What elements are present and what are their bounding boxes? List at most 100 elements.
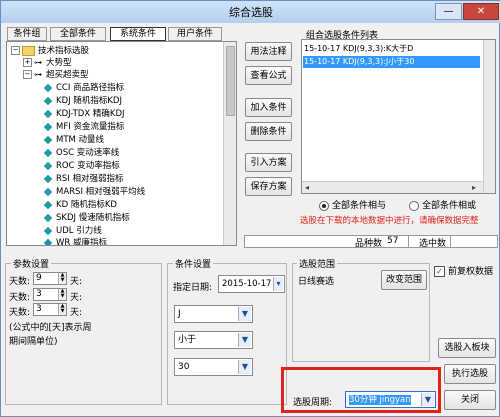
execute-button[interactable]: 执行选股 [444,364,496,384]
and-radio[interactable]: 全部条件相与 [319,198,386,211]
value-select[interactable]: 30 ▼ [174,358,253,376]
count-bar: 品种数 57 选中数 [244,235,498,249]
tree-item-overbought[interactable]: − ⊶ 超买超卖型 [23,69,89,81]
tab-condition-group[interactable]: 条件组 [7,27,47,41]
list-scrollbar[interactable] [483,40,495,193]
tree-item-mfi[interactable]: MFI 资金流量指标 [43,121,124,133]
operator-select[interactable]: 小于 ▼ [174,331,253,349]
condition-legend: 条件设置 [173,257,214,270]
chevron-down-icon[interactable]: ▾ [273,277,283,291]
tree-item-roc[interactable]: ROC 变动率指标 [43,160,120,172]
tree-item-osc[interactable]: OSC 变动速率线 [43,147,119,159]
tree-item-skdj[interactable]: SKDJ 慢速随机指标 [43,212,130,224]
indicator-icon [43,96,53,105]
tree-item-kdj-tdx[interactable]: KDJ-TDX 精确KDJ [43,108,125,120]
add-condition-button[interactable]: 加入条件 [245,98,292,117]
view-formula-button[interactable]: 查看公式 [245,66,292,85]
indicator-icon [43,226,53,235]
tree-item-trend[interactable]: + ⊶ 大势型 [23,57,72,69]
branch-icon: ⊶ [34,70,42,79]
days-unit: 天: [70,308,83,318]
tree-item-wr[interactable]: WR 威廉指标 [43,237,107,245]
days-field-1[interactable]: 9 ▲ ▼ [33,272,67,285]
spin-icon[interactable]: ▲ ▼ [58,289,66,300]
line-select[interactable]: J ▼ [174,305,253,323]
minimize-icon[interactable]: — [435,3,462,20]
branch-icon: ⊶ [34,58,42,67]
indicator-icon [43,122,53,131]
scroll-left-icon[interactable]: ◂ [305,183,309,192]
chevron-down-icon[interactable]: ▼ [421,393,434,406]
indicator-icon [43,200,53,209]
range-value: 日线赛选 [298,277,335,287]
combo-condition-list[interactable]: 15-10-17 KDJ(9,3,3):K大于D 15-10-17 KDJ(9,… [301,39,496,194]
checkmark-icon[interactable]: ✓ [434,266,445,277]
close-button[interactable]: 关闭 [444,390,496,410]
days-label: 天数: [9,293,31,303]
date-picker[interactable]: 2015-10-17 ▾ [218,275,285,293]
expand-icon[interactable]: + [23,58,32,67]
collapse-icon[interactable]: − [23,70,32,79]
indicator-tree[interactable]: − 技术指标选股 + ⊶ 大势型 − ⊶ 超买超卖型 CCI 商品路径指标 KDJ 随机指… [6,41,237,246]
indicator-icon [43,148,53,157]
period-select[interactable]: 30分钟 jingyan ▼ [345,391,436,408]
days-label: 天数: [9,308,31,318]
tree-item-udl[interactable]: UDL 引力线 [43,225,102,237]
notice-text: 选股在下载的本地数据中进行，请确保数据完整 [300,216,479,226]
stock-count-value: 57 [387,236,399,246]
tab-system-conditions[interactable]: 系统条件 [110,27,166,41]
or-radio[interactable]: 全部条件相或 [409,198,476,211]
close-icon[interactable]: ✕ [463,3,499,20]
chevron-down-icon[interactable]: ▼ [238,333,251,347]
collapse-icon[interactable]: − [11,46,20,55]
delete-condition-button[interactable]: 删除条件 [245,122,292,141]
list-hscrollbar[interactable]: ◂ ▸ [302,181,483,193]
stock-count-label: 品种数 [355,239,383,249]
period-label: 选股周期: [293,398,333,408]
usage-note-button[interactable]: 用法注释 [245,42,292,61]
prior-adjust-checkbox[interactable]: ✓ 前复权数据 [434,264,493,277]
tree-item-mtm[interactable]: MTM 动量线 [43,134,104,146]
indicator-icon [43,174,53,183]
combo-list-item[interactable]: 15-10-17 KDJ(9,3,3):K大于D [304,43,476,55]
save-scheme-button[interactable]: 保存方案 [245,177,292,196]
selected-count-label: 选中数 [419,239,447,249]
chevron-down-icon[interactable]: ▼ [238,360,251,374]
window-title: 综合选股 [229,6,273,19]
spin-icon[interactable]: ▲ ▼ [58,304,66,315]
radio-on-icon[interactable] [319,200,329,211]
params-note: (公式中的[天]表示周期间隔单位) [9,323,92,347]
days-label: 天数: [9,277,31,287]
params-legend: 参数设置 [11,257,52,270]
indicator-icon [43,161,53,170]
change-range-button[interactable]: 改变范围 [381,270,427,290]
indicator-icon [43,83,53,92]
days-field-2[interactable]: 3 ▲ ▼ [33,288,67,301]
range-legend: 选股范围 [297,257,338,270]
combo-list-item-selected[interactable]: 15-10-17 KDJ(9,3,3):J小于30 [303,56,480,68]
tree-item-rsi[interactable]: RSI 相对强弱指标 [43,173,124,185]
folder-icon [22,45,35,56]
scroll-thumb[interactable] [226,46,235,116]
radio-off-icon[interactable] [409,200,419,211]
days-field-3[interactable]: 3 ▲ ▼ [33,303,67,316]
tree-item-cci[interactable]: CCI 商品路径指标 [43,82,124,94]
tree-item-kdj[interactable]: KDJ 随机指标KDJ [43,95,122,107]
tab-all-conditions[interactable]: 全部条件 [50,27,106,41]
add-to-board-button[interactable]: 选股入板块 [438,338,496,358]
indicator-icon [43,238,53,245]
tree-item-kd[interactable]: KD 随机指标KD [43,199,117,211]
tab-user-conditions[interactable]: 用户条件 [168,27,222,41]
scroll-right-icon[interactable]: ▸ [472,183,476,192]
spin-icon[interactable]: ▲ ▼ [58,273,66,284]
days-unit: 天: [70,293,83,303]
indicator-icon [43,135,53,144]
tree-scrollbar[interactable] [223,42,236,245]
import-scheme-button[interactable]: 引入方案 [245,153,292,172]
tree-item-marsi[interactable]: MARSI 相对强弱平均线 [43,186,145,198]
indicator-icon [43,213,53,222]
select-stock-window: 综合选股 — ✕ 条件组 全部条件 系统条件 用户条件 − 技术指标选股 + ⊶ 大势… [0,0,500,417]
days-unit: 天: [70,277,83,287]
tree-item-technical[interactable]: − 技术指标选股 [11,45,89,57]
chevron-down-icon[interactable]: ▼ [238,307,251,321]
